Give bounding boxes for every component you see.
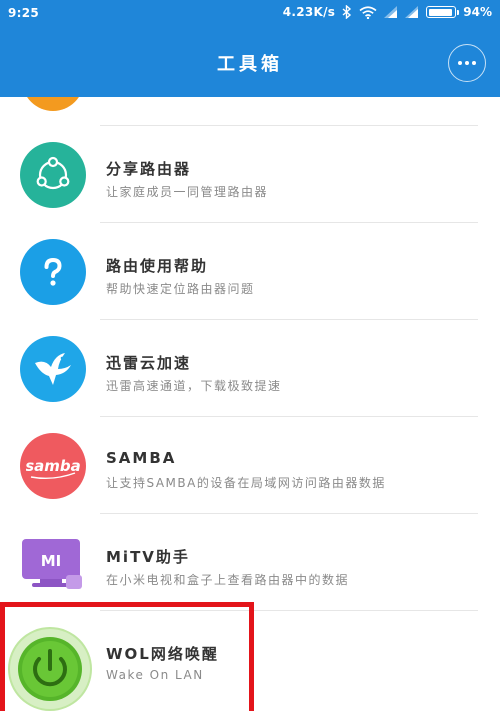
item-subtitle: 迅雷高速通道，下载极致提速 — [106, 379, 282, 393]
svg-text:samba: samba — [26, 457, 80, 475]
list-item-share-router[interactable]: 分享路由器 让家庭成员一同管理路由器 — [0, 126, 500, 223]
signal-icon — [405, 6, 419, 18]
power-icon — [8, 627, 92, 711]
battery-percent: 94% — [463, 5, 492, 19]
more-button[interactable] — [448, 44, 486, 82]
item-title: 分享路由器 — [106, 160, 192, 178]
svg-text:MI: MI — [41, 552, 62, 570]
bluetooth-icon — [342, 5, 352, 19]
list-item-samba[interactable]: samba SAMBA 让支持SAMBA的设备在局域网访问路由器数据 — [0, 417, 500, 514]
more-icon-dot — [458, 61, 462, 65]
wifi-icon — [359, 5, 377, 19]
more-icon-dot — [465, 61, 469, 65]
item-title: SAMBA — [106, 449, 177, 467]
list-item-mitv-assistant[interactable]: MI MiTV助手 在小米电视和盒子上查看路由器中的数据 — [0, 514, 500, 611]
item-subtitle: Wake On LAN — [106, 668, 204, 682]
item-title: WOL网络唤醒 — [106, 645, 219, 663]
item-subtitle: 让支持SAMBA的设备在局域网访问路由器数据 — [106, 476, 386, 490]
share-icon — [20, 142, 86, 208]
status-time: 9:25 — [8, 6, 40, 20]
app-bar: 9:25 4.23K/s 94% 工具箱 — [0, 0, 500, 97]
battery-fill — [428, 8, 453, 16]
item-subtitle: 让家庭成员一同管理路由器 — [106, 185, 269, 199]
list-item-router-help[interactable]: 路由使用帮助 帮助快速定位路由器问题 — [0, 223, 500, 320]
item-title: MiTV助手 — [106, 548, 190, 566]
status-bar: 9:25 4.23K/s 94% — [0, 0, 500, 28]
item-subtitle: 在小米电视和盒子上查看路由器中的数据 — [106, 573, 350, 587]
list-item-xunlei-accelerate[interactable]: 迅雷云加速 迅雷高速通道，下载极致提速 — [0, 320, 500, 417]
status-right: 4.23K/s 94% — [283, 5, 492, 19]
mitv-icon: MI — [20, 530, 86, 596]
signal-icon — [384, 6, 398, 18]
xunlei-bird-icon — [20, 336, 86, 402]
item-title: 路由使用帮助 — [106, 257, 209, 275]
list-item-wol[interactable]: WOL网络唤醒 Wake On LAN — [0, 611, 500, 711]
help-icon — [20, 239, 86, 305]
item-title: 迅雷云加速 — [106, 354, 192, 372]
item-subtitle: 帮助快速定位路由器问题 — [106, 282, 255, 296]
battery-icon — [426, 6, 460, 18]
partial-item-icon[interactable] — [22, 97, 84, 111]
page-title: 工具箱 — [217, 54, 283, 75]
more-icon-dot — [472, 61, 476, 65]
network-speed: 4.23K/s — [282, 5, 336, 19]
samba-icon: samba — [20, 433, 86, 499]
toolbox-list: 分享路由器 让家庭成员一同管理路由器 路由使用帮助 帮助快速定位路由器问题 迅雷… — [0, 97, 500, 711]
